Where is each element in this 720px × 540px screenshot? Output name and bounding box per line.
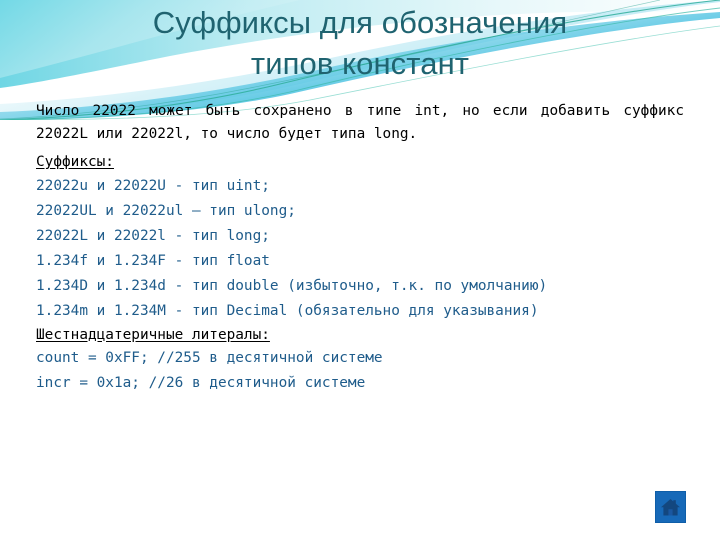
list-item: count = 0xFF; //255 в десятичной системе — [36, 350, 383, 366]
list-item: 1.234m и 1.234M - тип Decimal (обязатель… — [36, 302, 539, 319]
list-item: 22022UL и 22022ul — тип ulong; — [36, 202, 296, 219]
list-item: 1.234D и 1.234d - тип double (избыточно,… — [36, 277, 548, 294]
home-icon — [660, 497, 681, 517]
slide-content: Число 22022 может быть сохранено в типе … — [36, 100, 684, 396]
section-heading-hex-literals: Шестнадцатеричные литералы: — [36, 324, 684, 347]
section-heading-suffixes: Суффиксы: — [36, 151, 684, 174]
list-item: incr = 0x1a; //26 в десятичной системе — [36, 375, 366, 391]
slide: Суффиксы для обозначения типов констант … — [0, 0, 720, 540]
page-title: Суффиксы для обозначения типов констант — [0, 2, 720, 84]
title-line-1: Суффиксы для обозначения — [152, 5, 568, 40]
list-item: 1.234f и 1.234F - тип float — [36, 252, 270, 269]
list-item: 22022L и 22022l - тип long; — [36, 227, 270, 244]
home-button[interactable] — [655, 491, 686, 523]
title-line-2: типов констант — [250, 46, 470, 81]
intro-paragraph: Число 22022 может быть сохранено в типе … — [36, 103, 684, 142]
list-item: 22022u и 22022U - тип uint; — [36, 177, 270, 194]
section-heading-suffixes-label: Суффиксы: — [36, 154, 114, 170]
section-heading-hex-literals-label: Шестнадцатеричные литералы: — [36, 326, 270, 343]
